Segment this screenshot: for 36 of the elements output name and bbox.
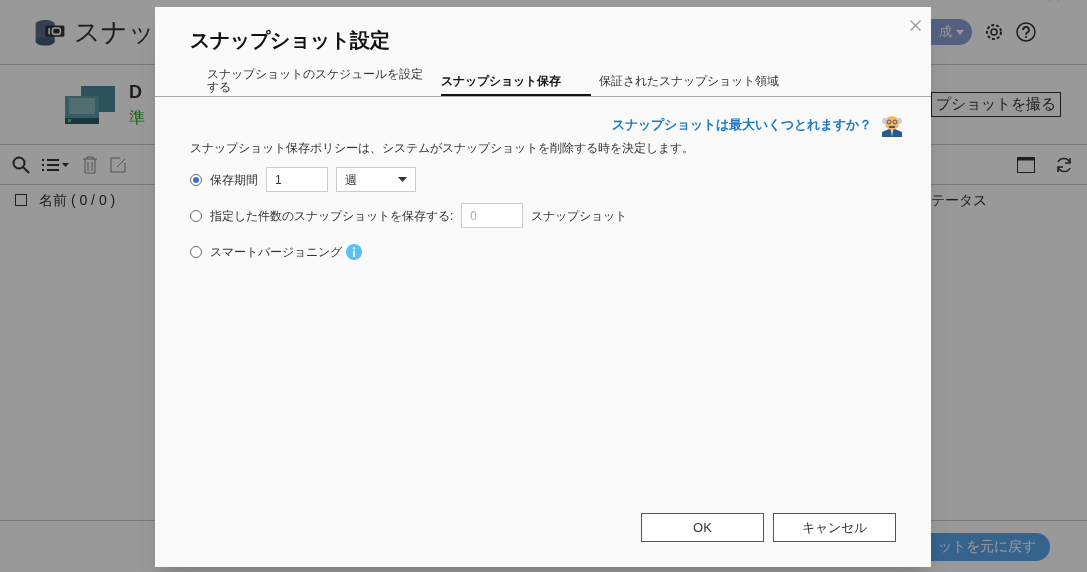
option-label: 保存期間 xyxy=(210,171,258,189)
list-icon[interactable] xyxy=(42,157,70,172)
dialog-button[interactable]: キャンセル xyxy=(773,513,896,542)
radio-button[interactable] xyxy=(190,209,202,222)
caret-icon xyxy=(398,177,407,182)
settings-icon[interactable] xyxy=(984,22,1004,42)
caret-icon xyxy=(956,29,964,35)
search-icon[interactable] xyxy=(12,155,30,174)
unit-dropdown[interactable]: 週 xyxy=(336,167,416,192)
volume-name: D xyxy=(129,81,143,104)
take-snapshot-button[interactable]: プショットを撮る xyxy=(931,92,1061,117)
close-icon[interactable] xyxy=(910,20,921,31)
dialog-button[interactable]: OK xyxy=(641,513,764,542)
settings-tab[interactable]: 保証されたスナップショット領域 xyxy=(599,67,799,96)
settings-tab[interactable]: スナップショット保存 xyxy=(441,67,591,96)
column-header: テータス xyxy=(931,190,987,210)
column-header: 名前 ( 0 / 0 ) xyxy=(39,190,116,210)
volume-status: 準 xyxy=(129,108,145,128)
period-field[interactable]: 1 xyxy=(266,167,328,192)
edit-icon[interactable] xyxy=(110,156,126,173)
policy-description: スナップショット保存ポリシーは、システムがスナップショットを削除する時を決定します。 xyxy=(189,140,694,157)
app-title: スナッ xyxy=(74,15,155,49)
select-all-checkbox[interactable] xyxy=(15,194,27,206)
window-icon[interactable] xyxy=(1017,156,1035,173)
option-label: スマートバージョニング xyxy=(210,243,342,261)
professor-icon xyxy=(880,113,904,137)
dialog-title: スナップショット設定 xyxy=(189,28,390,53)
settings-tab[interactable]: スナップショットのスケジュールを設定する xyxy=(207,67,433,96)
drive-icon xyxy=(63,83,117,126)
radio-button[interactable] xyxy=(190,173,202,186)
option-label: 指定した件数のスナップショットを保存する: xyxy=(210,207,454,225)
help-link[interactable]: スナップショットは最大いくつとれますか？ xyxy=(612,115,872,135)
radio-button[interactable] xyxy=(190,245,202,258)
refresh-icon[interactable] xyxy=(1055,155,1073,174)
help-icon[interactable] xyxy=(1016,22,1036,42)
count-suffix: スナップショット xyxy=(531,207,628,225)
